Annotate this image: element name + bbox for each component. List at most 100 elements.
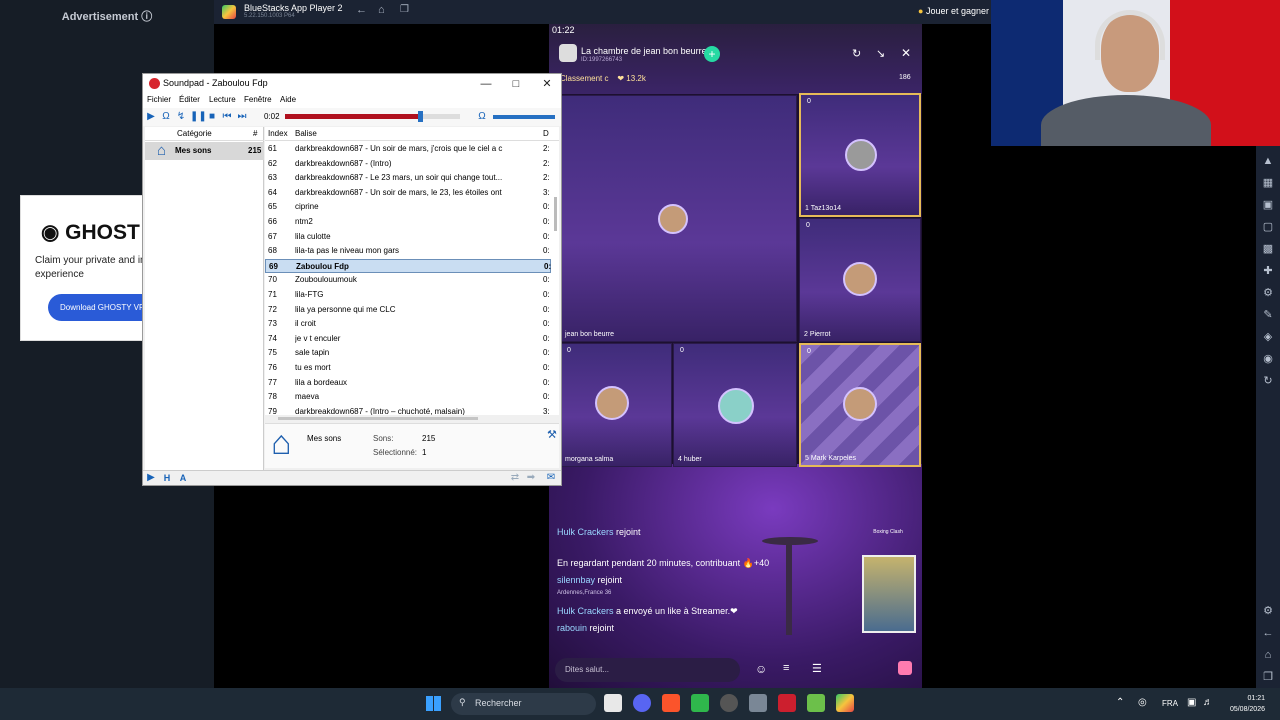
minimize-stream-icon[interactable]: ↘ — [876, 47, 885, 60]
language-indicator[interactable]: FRA — [1162, 699, 1178, 708]
table-row[interactable]: 72 lila ya personne qui me CLC 0: — [265, 303, 551, 318]
settings-icon[interactable]: ⚙ — [1261, 604, 1275, 618]
taskbar-search[interactable]: ⚲ Rechercher — [451, 693, 596, 715]
emoji-icon[interactable]: ☺ — [755, 662, 767, 676]
table-row[interactable]: 61 darkbreakdown687 - Un soir de mars, j'… — [265, 142, 551, 157]
microphone-icon[interactable]: ◎ — [1138, 697, 1147, 708]
tag-column-label[interactable]: Balise — [295, 129, 317, 138]
app-icon[interactable] — [720, 694, 738, 712]
table-row[interactable]: 73 il croit 0: — [265, 317, 551, 332]
bluestacks-icon[interactable] — [836, 694, 854, 712]
maximize-button[interactable]: □ — [504, 76, 528, 92]
volume-slider[interactable] — [493, 115, 555, 119]
tile-guest-4[interactable]: 0 4 huber — [673, 343, 797, 467]
hotkey-a-icon[interactable]: A — [177, 472, 189, 484]
table-row[interactable]: 77 lila a bordeaux 0: — [265, 376, 551, 391]
tile-guest-1[interactable]: 0 1 Taz13o14 — [799, 93, 921, 217]
back-icon[interactable]: ← — [1261, 626, 1275, 640]
ranking-stats[interactable]: Classement c ❤ 13.2k — [560, 74, 646, 83]
close-button[interactable]: ✕ — [535, 76, 559, 92]
previous-icon[interactable]: ⏮ — [221, 111, 233, 123]
viewer-count[interactable]: 186 — [899, 74, 911, 81]
horizontal-scrollbar[interactable] — [278, 417, 478, 420]
tool-icon[interactable]: ✎ — [1261, 308, 1275, 322]
play-icon[interactable]: ▶ — [145, 472, 157, 484]
audio-icon[interactable]: ≡ — [783, 662, 789, 674]
table-row[interactable]: 79 darkbreakdown687 - (Intro – chuchoté, … — [265, 405, 551, 415]
tray-chevron-icon[interactable]: ⌃ — [1116, 697, 1124, 708]
tile-guest-3[interactable]: 0 morgana salma — [560, 343, 672, 467]
tool-icon[interactable]: ▲ — [1261, 154, 1275, 168]
menu-lecture[interactable]: Lecture — [209, 95, 236, 104]
host-avatar[interactable] — [559, 44, 577, 62]
ad-download-button[interactable]: Download GHOSTY VPN — [48, 294, 144, 321]
tool-icon[interactable]: ⚙ — [1261, 286, 1275, 300]
tool-icon[interactable]: ▢ — [1261, 220, 1275, 234]
app-icon[interactable] — [691, 694, 709, 712]
settings-icon[interactable] — [749, 694, 767, 712]
menu-fenetre[interactable]: Fenêtre — [244, 95, 272, 104]
chat-icon[interactable]: ✉ — [545, 472, 557, 484]
playback-progress-bar[interactable] — [285, 111, 460, 122]
gift-icon[interactable] — [898, 661, 912, 675]
discord-icon[interactable] — [633, 694, 651, 712]
ad-banner[interactable]: ◉ GHOST Claim your private and internet … — [20, 195, 145, 341]
pause-icon[interactable]: ❚❚ — [190, 111, 207, 123]
tile-host[interactable]: jean bon beurre — [560, 95, 797, 342]
forward-icon[interactable]: ➡ — [525, 472, 537, 484]
list-scrollbar[interactable] — [554, 197, 557, 231]
wrench-icon[interactable]: ⚒ — [547, 428, 557, 441]
recent-apps-icon[interactable]: ❐ — [1261, 670, 1275, 684]
youtube-icon[interactable] — [778, 694, 796, 712]
tool-icon[interactable]: ◈ — [1261, 330, 1275, 344]
home-icon[interactable]: ⌂ — [378, 4, 385, 16]
headphones-volume-icon[interactable]: Ω — [476, 111, 488, 123]
category-column-label[interactable]: Catégorie — [177, 129, 212, 138]
network-icon[interactable]: ▣ — [1187, 697, 1196, 708]
next-icon[interactable]: ⏭ — [236, 111, 248, 123]
play-icon[interactable]: ▶ — [145, 111, 157, 123]
menu-aide[interactable]: Aide — [280, 95, 296, 104]
file-explorer-icon[interactable] — [604, 694, 622, 712]
recent-apps-icon[interactable]: ❐ — [400, 4, 409, 15]
category-item[interactable]: ⌂ Mes sons 215 — [145, 142, 264, 160]
count-column-label[interactable]: # — [253, 129, 257, 138]
table-row[interactable]: 63 darkbreakdown687 - Le 23 mars, un soir… — [265, 171, 551, 186]
headphones-icon[interactable]: Ω — [160, 111, 172, 123]
duration-column-label[interactable]: D — [543, 129, 549, 138]
progress-thumb[interactable] — [418, 111, 423, 122]
tile-guest-5[interactable]: 0 5 Mark Karpeles — [799, 343, 921, 467]
menu-icon[interactable]: ☰ — [812, 662, 822, 675]
tool-icon[interactable]: ▦ — [1261, 176, 1275, 190]
close-stream-icon[interactable]: ✕ — [901, 46, 911, 60]
chat-input[interactable]: Dites salut... — [555, 658, 740, 682]
back-icon[interactable]: ← — [356, 4, 367, 16]
index-column-label[interactable]: Index — [268, 129, 288, 138]
table-row[interactable]: 65 ciprine 0: — [265, 200, 551, 215]
stop-icon[interactable]: ■ — [206, 111, 218, 123]
microphone-icon[interactable]: ↯ — [175, 111, 187, 123]
tool-icon[interactable]: ◉ — [1261, 352, 1275, 366]
brave-icon[interactable] — [662, 694, 680, 712]
table-row[interactable]: 70 Zouboulouumouk 0: — [265, 273, 551, 288]
tool-icon[interactable]: ✚ — [1261, 264, 1275, 278]
loop-icon[interactable]: ⇄ — [509, 472, 521, 484]
table-row[interactable]: 67 lila culotte 0: — [265, 230, 551, 245]
table-row[interactable]: 76 tu es mort 0: — [265, 361, 551, 376]
table-row[interactable]: 68 lila-ta pas le niveau mon gars 0: — [265, 244, 551, 259]
table-row[interactable]: 75 sale tapin 0: — [265, 346, 551, 361]
home-icon[interactable]: ⌂ — [1261, 648, 1275, 662]
table-row[interactable]: 74 je v t enculer 0: — [265, 332, 551, 347]
tool-icon[interactable]: ↻ — [1261, 374, 1275, 388]
table-row[interactable]: 66 ntm2 0: — [265, 215, 551, 230]
table-row[interactable]: 64 darkbreakdown687 - Un soir de mars, le… — [265, 186, 551, 201]
taskbar-clock[interactable]: 01:21 05/08/2026 — [1220, 693, 1265, 715]
tool-icon[interactable]: ▩ — [1261, 242, 1275, 256]
boxing-clash-card[interactable] — [862, 555, 916, 633]
share-icon[interactable]: ↻ — [852, 47, 861, 60]
tile-guest-2[interactable]: 0 2 Pierrot — [799, 218, 921, 342]
menu-editer[interactable]: Éditer — [179, 95, 200, 104]
rewards-link[interactable]: ● Jouer et gagner — [918, 6, 989, 16]
hotkey-h-icon[interactable]: H — [161, 472, 173, 484]
tool-icon[interactable]: ▣ — [1261, 198, 1275, 212]
